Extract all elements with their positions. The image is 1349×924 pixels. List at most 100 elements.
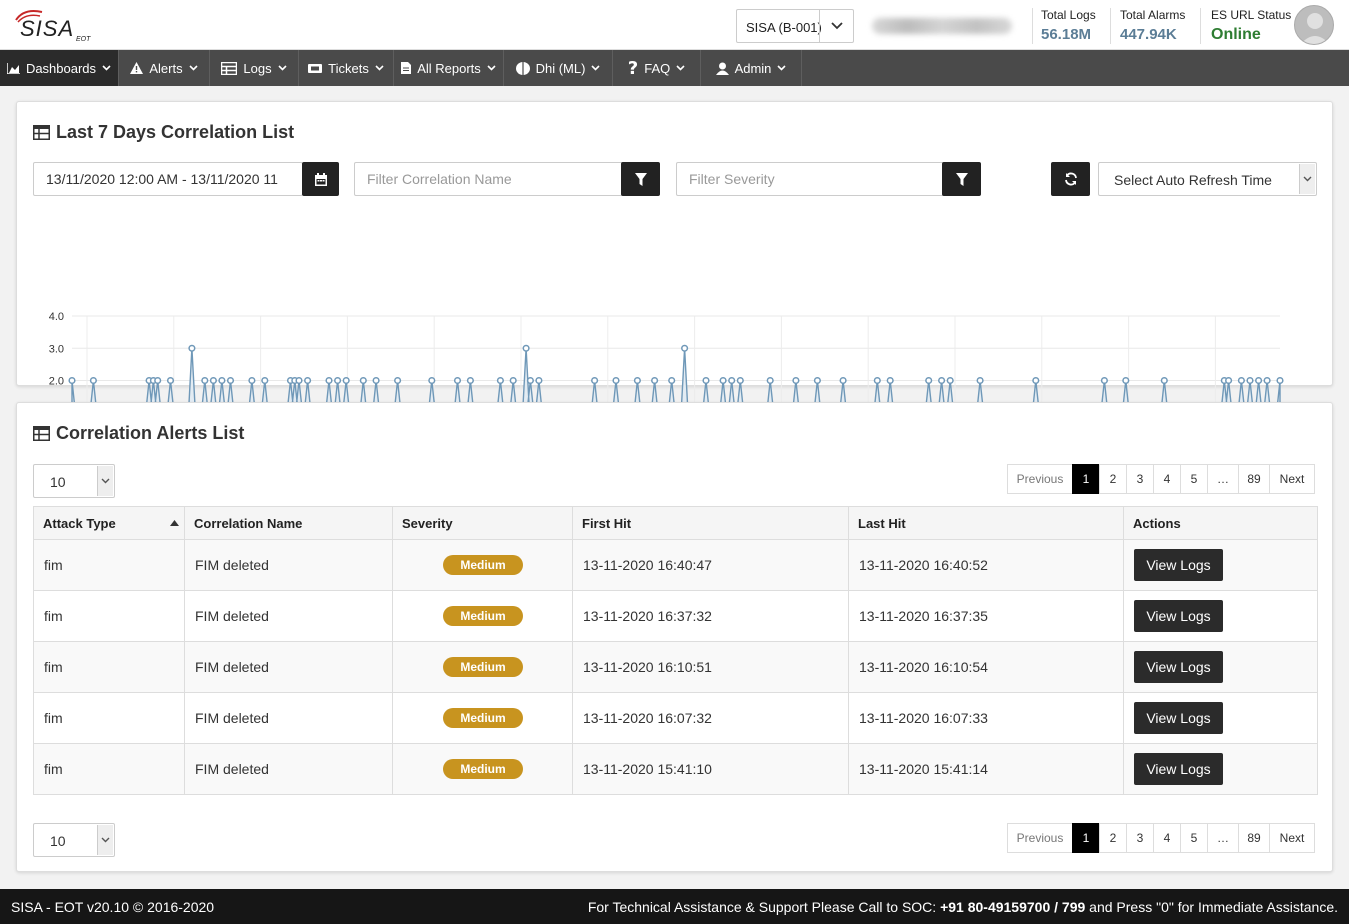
chevron-down-icon — [189, 65, 198, 71]
divider — [1200, 8, 1201, 44]
correlation-chart-panel: Last 7 Days Correlation List 13/11/2020 … — [16, 101, 1333, 470]
nav-faq[interactable]: ? FAQ — [613, 50, 701, 86]
panel-title-text: Last 7 Days Correlation List — [56, 122, 295, 142]
stat-value: 56.18M — [1041, 26, 1092, 43]
pagination-next[interactable]: Next — [1269, 823, 1315, 853]
sort-ascending-icon — [170, 520, 179, 526]
pagination-page[interactable]: 5 — [1180, 823, 1208, 853]
column-header-correlation-name[interactable]: Correlation Name — [184, 506, 393, 540]
pagination-page[interactable]: 3 — [1126, 464, 1154, 494]
cell-actions: View Logs — [1123, 539, 1318, 591]
chevron-down-icon — [487, 65, 496, 71]
view-logs-button[interactable]: View Logs — [1134, 702, 1223, 734]
chevron-down-icon — [102, 65, 111, 71]
data-point-peak — [813, 376, 821, 385]
cell-attack-type: fim — [33, 692, 185, 744]
data-point-peak — [166, 376, 175, 385]
nav-admin[interactable]: Admin — [701, 50, 802, 86]
severity-badge: Medium — [443, 606, 523, 626]
cell-first-hit: 13-11-2020 16:10:51 — [572, 641, 849, 693]
filter-icon — [955, 172, 968, 186]
pagination-page[interactable]: 89 — [1238, 464, 1270, 494]
filter-correlation-name-input[interactable]: Filter Correlation Name — [354, 162, 624, 196]
pagination-previous[interactable]: Previous — [1007, 464, 1073, 494]
data-point-peak — [342, 376, 350, 385]
cell-first-hit: 13-11-2020 15:41:10 — [572, 743, 849, 795]
table-row: fim FIM deleted Medium 13-11-2020 15:41:… — [33, 743, 1318, 795]
pagination-page[interactable]: 4 — [1153, 464, 1181, 494]
severity-badge: Medium — [443, 759, 523, 779]
pagination-page[interactable]: 2 — [1099, 823, 1127, 853]
column-header-attack-type[interactable]: Attack Type — [33, 506, 185, 540]
stat-value: 447.94K — [1120, 26, 1177, 43]
pagination: Previous 1 2 3 4 5 … 89 Next — [1007, 464, 1315, 494]
column-header-label: Severity — [402, 515, 453, 531]
chevron-down-icon — [375, 65, 384, 71]
calendar-button[interactable] — [302, 162, 339, 196]
pagination-page[interactable]: 4 — [1153, 823, 1181, 853]
data-point-peak — [681, 344, 689, 352]
column-header-last-hit[interactable]: Last Hit — [848, 506, 1124, 540]
view-logs-button[interactable]: View Logs — [1134, 651, 1223, 683]
sisa-logo[interactable]: SISA EOT — [14, 6, 104, 46]
alerts-table: Attack Type Correlation Name Severity Fi… — [33, 506, 1318, 795]
page-size-select-bottom[interactable]: 10 — [33, 823, 115, 857]
avatar[interactable] — [1294, 5, 1334, 45]
table-row: fim FIM deleted Medium 13-11-2020 16:10:… — [33, 641, 1318, 693]
data-point-peak — [1225, 376, 1233, 385]
filter-name-button[interactable] — [621, 162, 660, 196]
nav-label: Logs — [243, 60, 272, 76]
column-header-first-hit[interactable]: First Hit — [572, 506, 849, 540]
view-logs-button[interactable]: View Logs — [1134, 600, 1223, 632]
data-point-peak — [591, 376, 599, 385]
data-point-peak — [526, 376, 534, 385]
date-range-input[interactable]: 13/11/2020 12:00 AM - 13/11/2020 11 — [33, 162, 303, 196]
data-point-peak — [154, 376, 162, 385]
pagination-page[interactable]: 2 — [1099, 464, 1127, 494]
stat-title: Total Logs — [1041, 8, 1096, 22]
nav-tickets[interactable]: Tickets — [299, 50, 394, 86]
cell-correlation-name: FIM deleted — [184, 692, 393, 744]
nav-all-reports[interactable]: All Reports — [394, 50, 504, 86]
user-icon — [715, 62, 729, 75]
page-size-select[interactable]: 10 — [33, 464, 115, 498]
filter-severity-button[interactable] — [942, 162, 981, 196]
data-point-peak — [633, 376, 641, 385]
file-icon — [401, 62, 412, 74]
nav-dhi-ml[interactable]: Dhi (ML) — [504, 50, 613, 86]
data-point-peak — [522, 344, 530, 352]
pagination-page[interactable]: 3 — [1126, 823, 1154, 853]
column-header-severity[interactable]: Severity — [392, 506, 573, 540]
refresh-button[interactable] — [1051, 162, 1090, 196]
cell-last-hit: 13-11-2020 16:37:35 — [848, 590, 1124, 642]
pagination-page[interactable]: 1 — [1072, 823, 1100, 853]
nav-alerts[interactable]: Alerts — [119, 50, 210, 86]
nav-dashboards[interactable]: Dashboards — [0, 50, 119, 86]
calendar-icon — [314, 172, 327, 186]
cell-attack-type: fim — [33, 641, 185, 693]
footer-support: For Technical Assistance & Support Pleas… — [588, 899, 1338, 915]
filter-severity-input[interactable]: Filter Severity — [676, 162, 946, 196]
pagination-ellipsis: … — [1207, 464, 1239, 494]
pagination-previous[interactable]: Previous — [1007, 823, 1073, 853]
data-point-peak — [1276, 376, 1284, 385]
nav-logs[interactable]: Logs — [210, 50, 299, 86]
auto-refresh-select[interactable]: Select Auto Refresh Time — [1098, 162, 1317, 196]
divider — [1032, 8, 1033, 44]
data-point-peak — [334, 376, 342, 385]
cell-first-hit: 13-11-2020 16:37:32 — [572, 590, 849, 642]
pagination-page[interactable]: 89 — [1238, 823, 1270, 853]
view-logs-button[interactable]: View Logs — [1134, 753, 1223, 785]
pagination-page[interactable]: 5 — [1180, 464, 1208, 494]
stat-title: Total Alarms — [1120, 8, 1186, 22]
pagination-next[interactable]: Next — [1269, 464, 1315, 494]
data-point-peak — [976, 376, 984, 385]
data-point-peak — [535, 376, 543, 385]
data-point-peak — [839, 376, 847, 385]
y-tick-label: 3.0 — [49, 343, 64, 355]
pagination-page[interactable]: 1 — [1072, 464, 1100, 494]
organization-select[interactable]: SISA (B-001) — [736, 9, 854, 43]
footer-support-text: For Technical Assistance & Support Pleas… — [587, 899, 941, 915]
chevron-down-icon — [819, 10, 853, 42]
view-logs-button[interactable]: View Logs — [1134, 549, 1223, 581]
